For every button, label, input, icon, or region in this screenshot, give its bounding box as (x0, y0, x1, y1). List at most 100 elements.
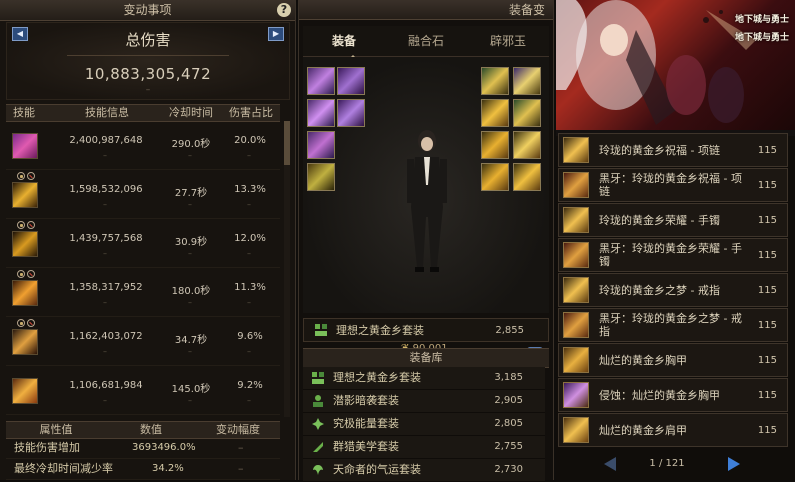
list-item[interactable]: 玲珑的黄金乡之梦 - 戒指 115 (558, 273, 788, 307)
table-row[interactable]: 1,106,681,984 – 145.0秒 – 9.2% – (6, 366, 280, 415)
skill-table-header: 技能 技能信息 冷却时间 伤害占比 (6, 104, 280, 122)
list-item[interactable]: 黑牙：玲珑的黄金乡之梦 - 戒指 115 (558, 308, 788, 342)
skill-damage: 1,439,757,568 (69, 233, 143, 244)
equipment-slot[interactable] (481, 99, 509, 127)
share-change: – (247, 396, 251, 405)
equipment-slot[interactable] (307, 67, 335, 95)
skill-damage-change: – (103, 151, 107, 160)
equipment-slot[interactable] (513, 67, 541, 95)
library-item-value: 2,730 (494, 464, 523, 475)
library-item-value: 2,755 (494, 441, 523, 452)
library-item-name: 潜影暗袭套装 (333, 394, 399, 407)
skill-badges (17, 268, 47, 278)
bracelet-icon (563, 242, 589, 268)
table-row[interactable]: 1,598,532,096 – 27.7秒 – 13.3% – (6, 170, 280, 219)
list-item[interactable]: 玲珑的黄金乡荣耀 - 手镯 115 (558, 203, 788, 237)
attribute-change: – (238, 462, 244, 475)
library-item[interactable]: 群猎美学套装 2,755 (303, 436, 545, 459)
next-page-icon[interactable] (728, 457, 740, 471)
game-banner-image: 地下城与勇士 地下城与勇士 (556, 0, 795, 130)
equipment-slot[interactable] (513, 131, 541, 159)
equipment-slot[interactable] (481, 163, 509, 191)
item-level: 115 (757, 145, 777, 156)
forbid-icon (27, 270, 35, 278)
col-attribute: 属性值 (39, 423, 73, 436)
tab-fusion-stone[interactable]: 融合石 (385, 26, 467, 56)
skill-cooldown: 27.7秒 (174, 188, 208, 199)
current-set-name: 理想之黄金乡套装 (336, 324, 424, 337)
weapon-slot[interactable] (307, 163, 335, 191)
lock-icon (17, 221, 25, 229)
item-level: 115 (757, 320, 777, 331)
table-row[interactable]: 1,439,757,568 – 30.9秒 – 12.0% – (6, 219, 280, 268)
library-item-value: 3,185 (494, 372, 523, 383)
equipment-slot[interactable] (481, 131, 509, 159)
equipment-slot[interactable] (513, 163, 541, 191)
scrollbar-thumb[interactable] (284, 121, 290, 165)
library-item[interactable]: 究极能量套装 2,805 (303, 413, 545, 436)
skill-damage-share: 12.0% (234, 233, 266, 244)
skill-icon (12, 329, 38, 355)
equipment-slot[interactable] (307, 131, 335, 159)
set-icon (313, 465, 323, 475)
table-row[interactable]: 1,358,317,952 – 180.0秒 – 11.3% – (6, 268, 280, 317)
equipment-slot[interactable] (513, 99, 541, 127)
equipment-slot[interactable] (307, 99, 335, 127)
tab-equipment[interactable]: 装备 (303, 26, 385, 56)
skill-damage-share: 11.3% (234, 282, 266, 293)
item-name: 玲珑的黄金乡祝福 - 项链 (599, 144, 720, 157)
library-item-name: 究极能量套装 (333, 417, 399, 430)
library-item[interactable]: 潜影暗袭套装 2,905 (303, 390, 545, 413)
bracelet-icon (563, 207, 589, 233)
tab-talisman[interactable]: 辟邪玉 (467, 26, 549, 56)
item-level: 115 (757, 250, 777, 261)
skill-badges (17, 170, 47, 180)
col-skill: 技能 (13, 106, 35, 119)
item-name: 侵蚀：灿烂的黄金乡胸甲 (599, 389, 720, 402)
col-damage-share: 伤害占比 (229, 106, 273, 119)
list-item[interactable]: 黑牙：玲珑的黄金乡荣耀 - 手镯 115 (558, 238, 788, 272)
equipment-tabs: 装备 融合石 辟邪玉 (303, 26, 549, 61)
skill-table-body[interactable]: 2,400,987,648 – 290.0秒 – 20.0% – 1,598,5… (6, 121, 280, 417)
list-item[interactable]: 黑牙：玲珑的黄金乡祝福 - 项链 115 (558, 168, 788, 202)
item-name: 玲珑的黄金乡荣耀 - 手镯 (599, 214, 720, 227)
library-item[interactable]: 理想之黄金乡套装 3,185 (303, 367, 545, 390)
skill-icon (12, 280, 38, 306)
skill-damage: 1,162,403,072 (69, 331, 143, 342)
cooldown-change: – (188, 396, 192, 405)
prev-page-icon[interactable] (604, 457, 616, 471)
skill-icon (12, 133, 38, 159)
current-set[interactable]: 理想之黄金乡套装 2,855 (303, 318, 549, 342)
attribute-name: 技能伤害增加 (14, 441, 80, 454)
item-name: 黑牙：玲珑的黄金乡荣耀 - 手镯 (599, 242, 742, 268)
forbid-icon (27, 172, 35, 180)
forbid-icon (27, 221, 35, 229)
attribute-row: 最终冷却时间减少率 34.2% – (6, 459, 280, 480)
total-damage-summary: ◀ ▶ 总伤害 10,883,305,472 – (6, 22, 290, 100)
table-row[interactable]: 1,162,403,072 – 34.7秒 – 9.6% – (6, 317, 280, 366)
game-logo: 地下城与勇士 (735, 33, 790, 43)
help-icon[interactable]: ? (277, 3, 291, 17)
panel-title: 变动事项 (123, 3, 172, 17)
character-avatar (407, 130, 447, 272)
col-cooldown: 冷却时间 (169, 106, 213, 119)
library-item[interactable]: 天命者的气运套装 2,730 (303, 459, 545, 482)
set-icon (315, 324, 327, 336)
skill-table-scrollbar[interactable] (284, 121, 290, 417)
skill-damage: 1,598,532,096 (69, 184, 143, 195)
table-row[interactable]: 2,400,987,648 – 290.0秒 – 20.0% – (6, 121, 280, 170)
attribute-value: 34.2% (152, 463, 184, 474)
divider (67, 55, 229, 56)
equipment-slot[interactable] (337, 99, 365, 127)
skill-icon (12, 378, 38, 404)
list-item[interactable]: 侵蚀：灿烂的黄金乡胸甲 115 (558, 378, 788, 412)
list-item[interactable]: 灿烂的黄金乡胸甲 115 (558, 343, 788, 377)
equipment-slot[interactable] (481, 67, 509, 95)
library-item-value: 2,905 (494, 395, 523, 406)
page-indicator: 1 / 121 (649, 458, 685, 469)
list-item[interactable]: 灿烂的黄金乡肩甲 115 (558, 413, 788, 447)
list-item[interactable]: 玲珑的黄金乡祝福 - 项链 115 (558, 133, 788, 167)
attribute-table-header: 属性值 数值 变动幅度 (6, 421, 280, 439)
item-level: 115 (757, 355, 777, 366)
equipment-slot[interactable] (337, 67, 365, 95)
